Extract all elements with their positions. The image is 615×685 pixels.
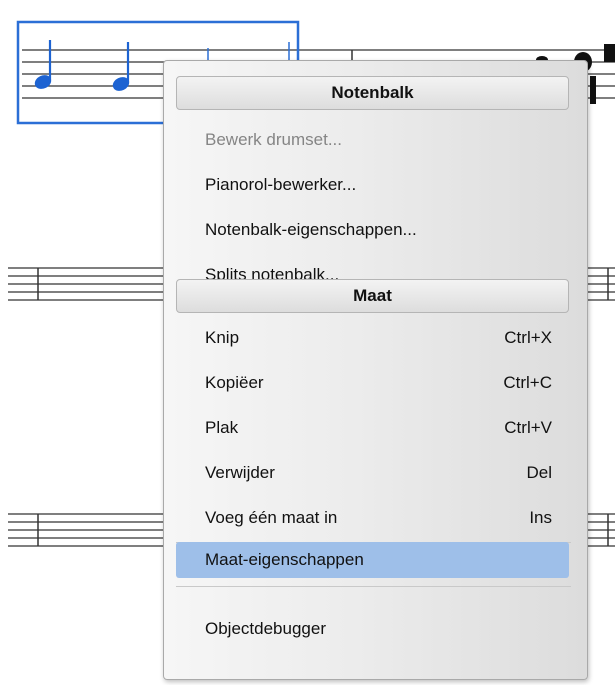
- menu-item-cut[interactable]: Knip Ctrl+X: [176, 320, 569, 356]
- menu-item-label: Pianorol-bewerker...: [205, 175, 357, 194]
- menu-item-label: Notenbalk-eigenschappen...: [205, 220, 417, 239]
- menu-item-shortcut: Ins: [529, 508, 552, 527]
- menu-item-label: Knip: [205, 328, 240, 347]
- menu-item-shortcut: Ctrl+X: [504, 328, 552, 347]
- menu-item-shortcut: Ctrl+V: [504, 418, 552, 437]
- quarter-note[interactable]: [33, 40, 53, 91]
- menu-item-label: Kopiëer: [205, 373, 264, 392]
- menu-item-piano-roll-editor[interactable]: Pianorol-bewerker...: [176, 167, 569, 203]
- menu-separator: [176, 586, 571, 587]
- menu-section-header-staff: Notenbalk: [176, 76, 569, 110]
- menu-item-label: Maat-eigenschappen: [205, 550, 364, 569]
- menu-item-staff-properties[interactable]: Notenbalk-eigenschappen...: [176, 212, 569, 248]
- menu-item-object-debugger[interactable]: Objectdebugger: [176, 611, 569, 647]
- context-menu: Notenbalk Bewerk drumset... Pianorol-bew…: [163, 60, 588, 680]
- menu-item-measure-properties[interactable]: Maat-eigenschappen: [176, 542, 569, 578]
- menu-item-copy[interactable]: Kopiëer Ctrl+C: [176, 365, 569, 401]
- menu-item-edit-drumset[interactable]: Bewerk drumset...: [176, 122, 569, 158]
- menu-item-label: Voeg één maat in: [205, 508, 338, 527]
- menu-item-label: Plak: [205, 418, 239, 437]
- menu-item-shortcut: Del: [526, 463, 552, 482]
- menu-section-header-measure: Maat: [176, 279, 569, 313]
- menu-item-shortcut: Ctrl+C: [503, 373, 552, 392]
- menu-item-paste[interactable]: Plak Ctrl+V: [176, 410, 569, 446]
- menu-item-insert-measure[interactable]: Voeg één maat in Ins: [176, 500, 569, 536]
- menu-item-label: Objectdebugger: [205, 619, 326, 638]
- menu-item-label: Verwijder: [205, 463, 275, 482]
- menu-item-label: Bewerk drumset...: [205, 130, 342, 149]
- menu-item-delete[interactable]: Verwijder Del: [176, 455, 569, 491]
